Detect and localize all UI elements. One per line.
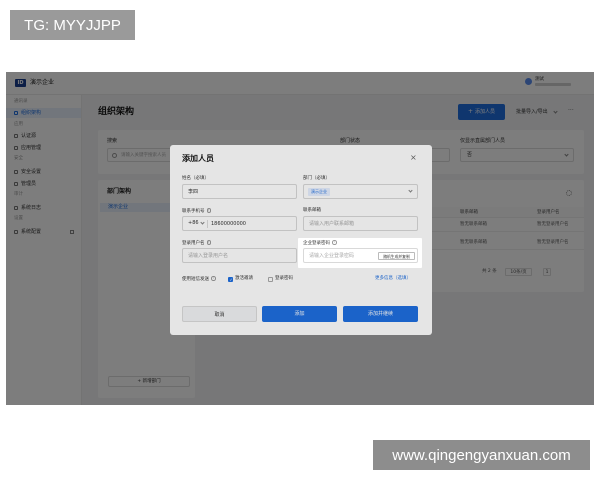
password-label-row: 企业登录密码 [303,240,337,247]
username-label: 登录用户名 [182,240,205,246]
sms-label-row: 使用短信发送 [182,276,216,283]
password-field[interactable] [309,249,375,262]
cancel-button[interactable]: 取消 [182,306,257,322]
country-code-select[interactable]: +86 [188,217,199,230]
department-label: 部门（必填） [303,176,330,181]
email-label: 联系邮箱 [303,208,321,213]
invite-option-label[interactable]: 激活邀请 [235,276,253,282]
password-label: 企业登录密码 [303,240,330,246]
phone-label-row: 联系手机号 [182,208,211,215]
add-button[interactable]: 添加 [262,306,337,322]
department-tag[interactable]: 演示企业 [308,188,330,196]
app-screenshot: ID 演示企业 测试 通讯录 组织架构 应用 认证源 应用管理 安全 安全设置 … [6,72,594,405]
phone-label: 联系手机号 [182,208,205,214]
info-icon[interactable] [332,240,337,245]
add-and-continue-button[interactable]: 添加并继续 [343,306,418,322]
username-label-row: 登录用户名 [182,240,211,247]
generate-password-button[interactable]: 随机生成并复制 [378,252,415,260]
name-label: 姓名（必填） [182,176,209,181]
department-select[interactable]: 演示企业 [303,184,418,199]
sms-label: 使用短信发送 [182,276,209,282]
password-option-label[interactable]: 登录密码 [275,276,293,282]
more-info-link[interactable]: 更多信息（选填） [375,276,411,282]
info-icon[interactable] [206,240,211,245]
invite-checkbox[interactable] [228,276,233,283]
chevron-down-icon [408,188,413,193]
phone-field-wrap: +86 [182,216,297,231]
watermark-bottom-right: www.qingengyanxuan.com [373,440,590,470]
username-field-wrap [182,248,297,263]
name-field[interactable] [188,185,288,198]
password-field-wrap: 随机生成并复制 [303,248,418,263]
watermark-top-left: TG: MYYJJPP [10,10,135,40]
email-field-wrap [303,216,418,231]
chevron-down-icon [200,220,205,225]
info-icon[interactable] [211,276,216,281]
name-field-wrap [182,184,297,199]
email-field[interactable] [309,217,409,230]
dialog-title: 添加人员 [182,154,214,163]
add-person-dialog: 添加人员 姓名（必填） 部门（必填） 演示企业 联系手机号 +86 联系邮箱 登… [170,145,432,335]
phone-field[interactable] [211,217,291,230]
close-icon[interactable] [410,153,417,163]
username-field[interactable] [188,249,288,262]
password-option-checkbox[interactable] [268,276,273,282]
info-icon[interactable] [206,208,211,213]
divider [207,220,208,228]
